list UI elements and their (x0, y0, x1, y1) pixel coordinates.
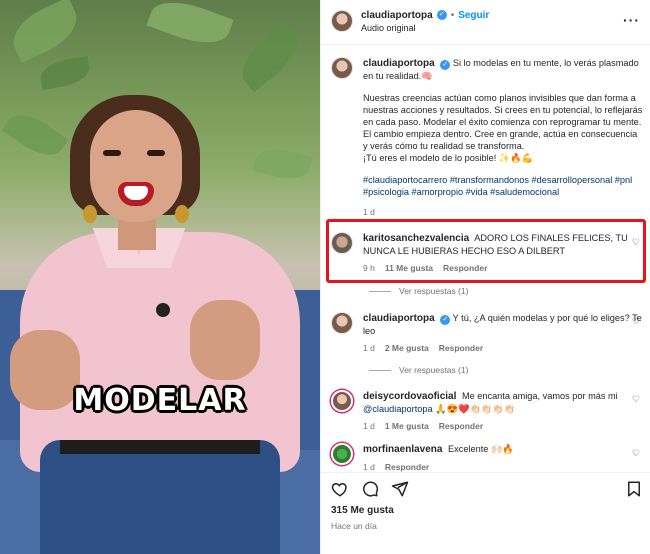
post-media[interactable]: MODELAR (0, 0, 320, 554)
belt (60, 440, 260, 454)
reply-button[interactable]: Responder (439, 342, 483, 354)
comment-emojis: 🙏😍❤️👏🏻👏🏻👏🏻👏🏻 (435, 404, 516, 414)
leaf-decor (4, 0, 86, 63)
bookmark-icon[interactable] (625, 480, 643, 498)
more-options-icon[interactable]: ··· (623, 12, 640, 28)
likes-count[interactable]: 315 Me gusta (331, 505, 394, 516)
comment-age[interactable]: 1 d (363, 420, 375, 432)
caption-username[interactable]: claudiaportopa (363, 58, 435, 69)
post-time: Hace un día (331, 521, 377, 531)
comment-mention[interactable]: @claudiaportopa (363, 404, 433, 414)
caption-hashtags[interactable]: #claudiaportocarrero #transformandonos #… (363, 174, 643, 198)
avatar[interactable] (331, 443, 353, 465)
leaf-decor (232, 21, 308, 93)
verified-badge-icon: ✓ (440, 60, 451, 70)
view-replies-button[interactable]: Ver respuestas (1) (369, 365, 468, 375)
audio-label[interactable]: Audio original (361, 23, 489, 33)
comment-likes[interactable]: 1 Me gusta (385, 420, 429, 432)
lapel-mic (156, 303, 170, 317)
post-actions (331, 478, 643, 500)
earring (175, 205, 189, 223)
comment-item: morfinaenlavena Excelente 🙌🏻🔥 1 d Respon… (331, 443, 643, 473)
caption-block: claudiaportopa ✓ Si lo modelas en tu men… (331, 57, 643, 218)
leaf-decor (252, 143, 313, 185)
comment-icon[interactable] (361, 480, 379, 498)
view-replies-button[interactable]: Ver respuestas (1) (369, 286, 468, 296)
avatar[interactable] (331, 57, 353, 79)
avatar[interactable] (331, 312, 353, 334)
comment-text: Excelente 🙌🏻🔥 (448, 444, 514, 454)
follow-button[interactable]: Seguir (458, 10, 489, 21)
separator-dot: • (450, 9, 455, 21)
leaf-decor (1, 105, 69, 165)
divider (321, 472, 650, 473)
heart-icon[interactable] (331, 480, 349, 498)
author-username[interactable]: claudiaportopa (361, 10, 433, 21)
comment-username[interactable]: morfinaenlavena (363, 444, 442, 455)
comment-age[interactable]: 1 d (363, 342, 375, 354)
share-icon[interactable] (391, 480, 409, 498)
replies-line (369, 290, 391, 292)
comment-like-icon[interactable]: ♡ (632, 448, 640, 459)
person-fist (190, 300, 260, 380)
comment-likes[interactable]: 2 Me gusta (385, 342, 429, 354)
eye (103, 150, 121, 156)
earring (83, 205, 97, 223)
post-header: claudiaportopa ✓ • Seguir Audio original (331, 6, 643, 36)
video-caption-word: MODELAR (73, 383, 247, 418)
comment-item: claudiaportopa ✓ Y tú, ¿A quién modelas … (331, 312, 643, 354)
caption-paragraph: Nuestras creencias actúan como planos in… (363, 93, 643, 151)
comment-username[interactable]: claudiaportopa (363, 313, 435, 324)
comment-like-icon[interactable]: ♡ (632, 316, 640, 327)
person-jeans (40, 440, 280, 554)
verified-badge-icon: ✓ (436, 10, 447, 20)
verified-badge-icon: ✓ (440, 315, 451, 325)
leaf-decor (146, 0, 234, 53)
caption-age[interactable]: 1 d (363, 206, 375, 218)
caption-closing: ¡Tú eres el modelo de lo posible! ✨🔥💪 (363, 153, 534, 163)
leaf-decor (38, 55, 92, 91)
highlight-box (326, 219, 646, 283)
comment-item: deisycordovaoficial Me encanta amiga, va… (331, 390, 643, 432)
comment-text: Me encanta amiga, vamos por más mi (461, 391, 618, 401)
avatar[interactable] (331, 10, 353, 32)
divider (321, 44, 650, 45)
view-replies-label: Ver respuestas (1) (399, 365, 469, 375)
eye (147, 150, 165, 156)
view-replies-label: Ver respuestas (1) (399, 286, 469, 296)
reply-button[interactable]: Responder (439, 420, 483, 432)
replies-line (369, 369, 391, 371)
avatar[interactable] (331, 390, 353, 412)
comment-username[interactable]: deisycordovaoficial (363, 391, 456, 402)
comment-like-icon[interactable]: ♡ (632, 394, 640, 405)
